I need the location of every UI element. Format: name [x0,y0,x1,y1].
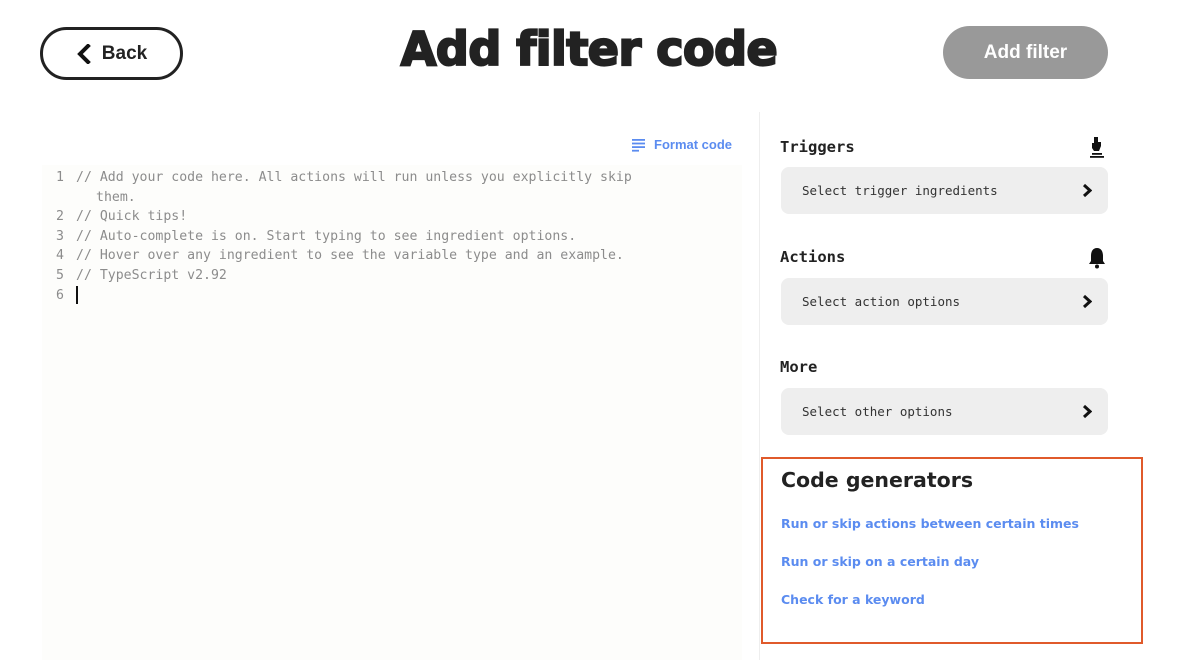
triggers-heading: Triggers [780,138,855,156]
actions-heading: Actions [780,248,846,266]
format-code-label: Format code [654,137,733,152]
line-text: them. [96,189,136,205]
chevron-right-icon [1082,404,1092,419]
code-lines[interactable]: 1 // Add your code here. All actions wil… [56,168,736,306]
code-line: 2 // Quick tips! [56,207,736,227]
code-line-continuation: them. [56,188,736,208]
code-generators-heading: Code generators [781,468,974,492]
back-button-label: Back [101,42,148,64]
line-text: // Hover over any ingredient to see the … [76,248,624,264]
codegen-link-certain-day[interactable]: Run or skip on a certain day [781,554,979,569]
format-lines-icon [632,138,645,152]
line-number: 5 [56,267,64,283]
code-line: 5 // TypeScript v2.92 [56,266,736,286]
line-text: // Auto-complete is on. Start typing to … [76,228,577,244]
line-text-cursor-line [76,285,736,307]
select-label: Select trigger ingredients [802,183,998,198]
line-number: 1 [56,170,64,185]
panel-divider [759,112,760,660]
code-line: 3 // Auto-complete is on. Start typing t… [56,227,736,247]
hand-pointer-icon [1090,137,1104,158]
line-text: // TypeScript v2.92 [76,267,227,283]
chevron-left-icon [76,43,91,64]
chevron-right-icon [1082,183,1092,198]
select-label: Select other options [802,404,953,419]
back-button[interactable]: Back [40,27,183,80]
codegen-link-keyword[interactable]: Check for a keyword [781,592,925,607]
line-number: 4 [56,248,64,264]
code-generators-panel: Code generators Run or skip actions betw… [761,457,1143,644]
line-number: 6 [56,287,64,303]
line-text: // Add your code here. All actions will … [76,170,632,185]
code-line: 1 // Add your code here. All actions wil… [56,168,736,188]
code-line: 6 [56,285,736,307]
format-code-button[interactable]: Format code [632,137,732,152]
add-filter-button[interactable]: Add filter [943,26,1108,79]
line-text: // Quick tips! [76,209,188,225]
select-label: Select action options [802,294,961,309]
code-line: 4 // Hover over any ingredient to see th… [56,246,736,266]
select-other-options[interactable]: Select other options [781,388,1108,435]
codegen-link-between-times[interactable]: Run or skip actions between certain time… [781,516,1079,531]
more-heading: More [780,358,818,376]
chevron-right-icon [1082,294,1092,309]
line-number: 3 [56,228,64,244]
text-cursor [76,285,78,304]
select-action-options[interactable]: Select action options [781,278,1108,325]
bell-icon [1089,248,1105,269]
select-trigger-ingredients[interactable]: Select trigger ingredients [781,167,1108,214]
line-number: 2 [56,209,64,225]
